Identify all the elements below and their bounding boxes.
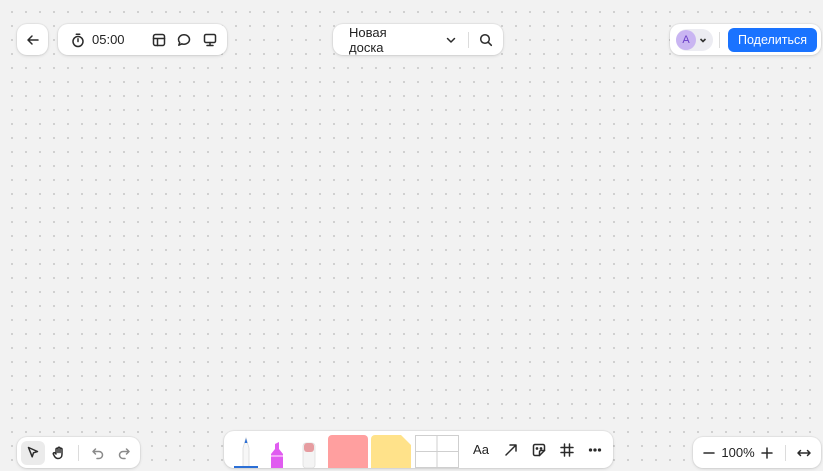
- timer-button[interactable]: 05:00: [64, 28, 131, 52]
- text-tool[interactable]: Aa: [467, 442, 495, 457]
- zoom-panel: 100%: [693, 437, 821, 468]
- layout-template-icon: [152, 33, 165, 46]
- marker-tool[interactable]: [263, 431, 288, 468]
- fit-width-icon: [797, 449, 811, 456]
- avatar: A: [676, 29, 696, 50]
- sticker-tool[interactable]: [527, 438, 551, 462]
- shape-tool[interactable]: [328, 435, 369, 468]
- collaborators-button[interactable]: A: [676, 28, 713, 51]
- divider: [785, 444, 786, 461]
- search-button[interactable]: [475, 28, 497, 52]
- sticker-icon: [532, 443, 546, 456]
- eraser-tool[interactable]: [295, 431, 320, 468]
- minus-icon: [703, 451, 715, 454]
- divider: [467, 31, 469, 48]
- sticky-note-tool[interactable]: [371, 435, 411, 468]
- presentation-button[interactable]: [198, 28, 221, 52]
- board-actions-panel: 05:00: [58, 24, 227, 55]
- search-icon: [479, 33, 492, 46]
- share-button[interactable]: Поделиться: [728, 27, 817, 52]
- undo-icon: [91, 447, 103, 459]
- marker-icon: [271, 442, 284, 468]
- hand-tool-button[interactable]: [48, 441, 72, 465]
- redo-button[interactable]: [112, 441, 136, 465]
- back-button-panel: [17, 24, 48, 55]
- zoom-out-button[interactable]: [697, 441, 721, 465]
- frame-tool[interactable]: [555, 438, 579, 462]
- fit-width-button[interactable]: [792, 441, 816, 465]
- arrow-left-icon: [26, 34, 39, 45]
- chevron-down-icon: [446, 37, 455, 43]
- zoom-in-button[interactable]: [755, 441, 779, 465]
- presentation-icon: [203, 33, 216, 46]
- board-title-panel: Новая доска: [333, 24, 503, 55]
- hand-pan-icon: [52, 445, 63, 459]
- cursor-select-icon: [27, 446, 38, 458]
- arrow-tool[interactable]: [499, 438, 523, 462]
- divider: [719, 31, 720, 48]
- board-title[interactable]: Новая доска: [349, 25, 419, 55]
- more-icon: [588, 447, 602, 452]
- board-menu-button[interactable]: [439, 28, 461, 52]
- redo-icon: [118, 447, 130, 459]
- plus-icon: [761, 446, 773, 459]
- divider: [78, 444, 79, 461]
- arrow-icon: [505, 443, 517, 456]
- navigation-panel: [17, 437, 140, 468]
- share-panel: A Поделиться: [670, 24, 821, 55]
- table-icon: [414, 435, 459, 468]
- pen-icon: [234, 436, 258, 468]
- extra-tools: Aa: [467, 438, 607, 462]
- table-tool[interactable]: [414, 435, 459, 468]
- frame-icon: [560, 442, 574, 457]
- timer-value: 05:00: [92, 32, 125, 47]
- pen-tool[interactable]: [232, 431, 258, 468]
- comments-button[interactable]: [173, 28, 196, 52]
- chevron-down-icon: [699, 37, 707, 43]
- creation-toolbar: Aa: [224, 431, 613, 468]
- templates-button[interactable]: [147, 28, 170, 52]
- eraser-icon: [302, 442, 316, 468]
- more-tools-button[interactable]: [583, 438, 607, 462]
- back-button[interactable]: [21, 28, 45, 52]
- undo-button[interactable]: [86, 441, 110, 465]
- avatar-chevron: [696, 33, 710, 47]
- stopwatch-icon: [72, 32, 84, 47]
- comment-icon: [177, 33, 191, 46]
- zoom-level[interactable]: 100%: [721, 445, 755, 460]
- select-tool-button[interactable]: [21, 440, 45, 465]
